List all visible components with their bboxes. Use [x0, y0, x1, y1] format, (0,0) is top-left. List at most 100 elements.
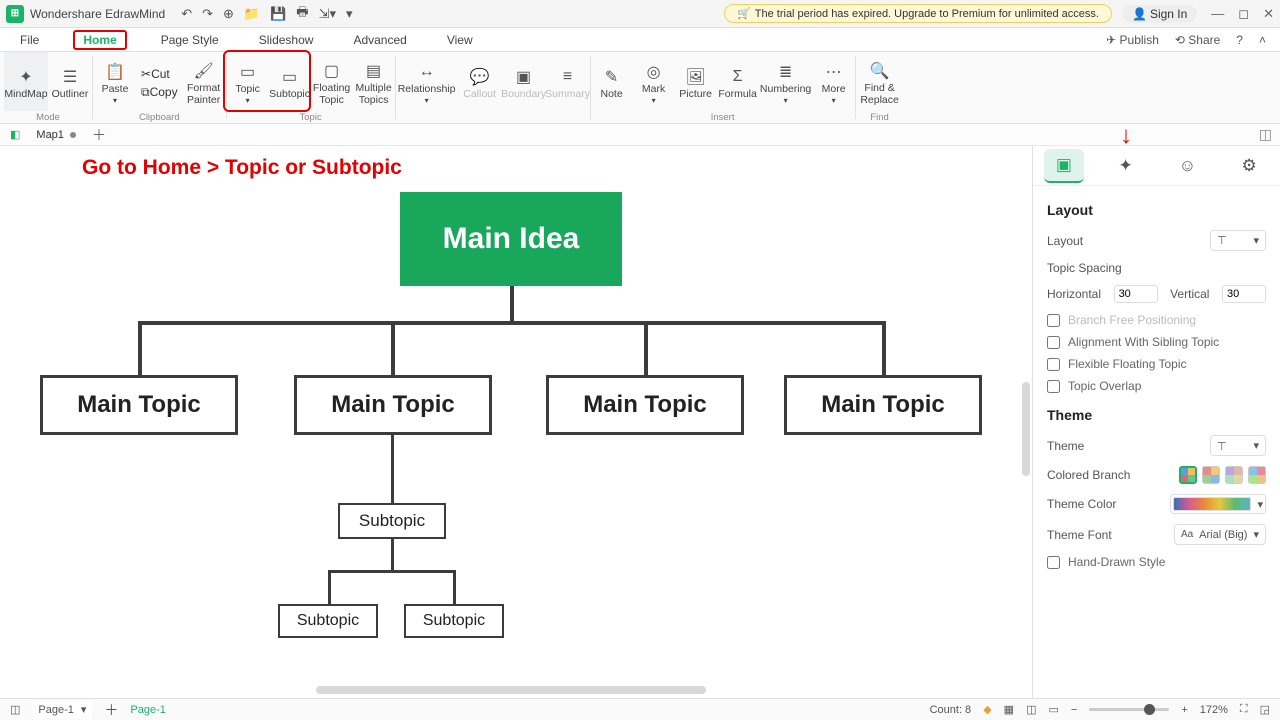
boundary-icon: ▣ — [516, 67, 531, 87]
layout-select[interactable]: ⊤▾ — [1210, 230, 1266, 251]
open-icon[interactable]: 📁 — [244, 6, 260, 22]
zoom-out-button[interactable]: − — [1071, 704, 1077, 716]
trial-banner[interactable]: 🛒 The trial period has expired. Upgrade … — [724, 4, 1112, 23]
picture-icon: 🖼 — [685, 67, 705, 87]
signin-button[interactable]: 👤 Sign In — [1122, 5, 1197, 23]
collapse-ribbon-icon[interactable]: ˄ — [1259, 33, 1266, 47]
panel-toggle-icon[interactable]: ◫ — [1259, 126, 1272, 143]
more-insert-button[interactable]: ⋯More▾ — [813, 52, 855, 111]
page-select[interactable]: Page-1 ▾ — [32, 700, 92, 719]
print-icon[interactable]: 🖶 — [296, 3, 308, 25]
floating-topic-button[interactable]: ▢Floating Topic — [311, 52, 353, 111]
format-painter-button[interactable]: 🖌Format Painter — [182, 52, 226, 111]
theme-color-select[interactable]: ▾ — [1170, 494, 1266, 514]
redo-icon[interactable]: ↷ — [202, 6, 213, 22]
new-icon[interactable]: ⊕ — [223, 6, 234, 22]
chevron-down-icon: ▾ — [1253, 439, 1259, 452]
mark-button[interactable]: ◎Mark▾ — [633, 52, 675, 111]
menu-slideshow[interactable]: Slideshow — [253, 31, 320, 49]
node-subtopic-1[interactable]: Subtopic — [338, 503, 446, 539]
node-subtopic-2[interactable]: Subtopic — [278, 604, 378, 638]
menu-view[interactable]: View — [441, 31, 479, 49]
hand-drawn-checkbox[interactable] — [1047, 556, 1060, 569]
menu-pagestyle[interactable]: Page Style — [155, 31, 225, 49]
flex-float-checkbox[interactable] — [1047, 358, 1060, 371]
vertical-input[interactable] — [1222, 285, 1266, 303]
add-tab-button[interactable]: ＋ — [92, 125, 106, 145]
tab-map1[interactable]: Map1 — [30, 129, 82, 141]
search-icon: 🔍 — [870, 61, 890, 81]
node-main-idea[interactable]: Main Idea — [400, 192, 622, 286]
app-icon: ⊞ — [6, 5, 24, 23]
topic-overlap-checkbox[interactable] — [1047, 380, 1060, 393]
topic-button[interactable]: ▭Topic▾ — [227, 52, 269, 111]
theme-font-select[interactable]: AaArial (Big)▾ — [1174, 524, 1266, 545]
colored-branch-swatches[interactable] — [1179, 466, 1266, 484]
relationship-button[interactable]: ↔Relationship▾ — [396, 52, 458, 111]
user-icon: 👤 — [1132, 7, 1147, 21]
multiple-topics-button[interactable]: ▤Multiple Topics — [353, 52, 395, 111]
node-main-topic-3[interactable]: Main Topic — [546, 375, 744, 435]
help-icon[interactable]: ? — [1236, 33, 1243, 47]
node-main-topic-1[interactable]: Main Topic — [40, 375, 238, 435]
find-replace-button[interactable]: 🔍Find & Replace — [856, 52, 904, 111]
add-page-button[interactable]: ＋ — [104, 700, 118, 720]
numbering-button[interactable]: ≣Numbering▾ — [759, 52, 813, 111]
note-button[interactable]: ✎Note — [591, 52, 633, 111]
menu-advanced[interactable]: Advanced — [347, 31, 412, 49]
copy-button[interactable]: ⧉Copy — [141, 85, 178, 100]
node-main-topic-4[interactable]: Main Topic — [784, 375, 982, 435]
view-page-icon[interactable]: ▭ — [1048, 703, 1058, 716]
fit-icon[interactable]: ⛶ — [1240, 703, 1248, 716]
maximize-icon[interactable]: ◻ — [1238, 6, 1249, 22]
minimize-icon[interactable]: — — [1211, 6, 1224, 22]
summary-button[interactable]: ≡Summary — [546, 52, 590, 111]
outliner-button[interactable]: ☰Outliner — [48, 52, 92, 111]
undo-icon[interactable]: ↶ — [181, 6, 192, 22]
page-tab[interactable]: Page-1 — [130, 704, 165, 716]
save-icon[interactable]: 💾 — [270, 6, 286, 22]
panel-tab-layout[interactable]: ▣ — [1044, 149, 1084, 183]
mindmap-icon: ✦ — [19, 67, 32, 87]
theme-select[interactable]: ⊤▾ — [1210, 435, 1266, 456]
branch-free-checkbox[interactable] — [1047, 314, 1060, 327]
copy-icon: ⧉ — [141, 85, 150, 99]
pages-icon[interactable]: ◫ — [10, 703, 20, 716]
chevron-down-icon: ▾ — [1253, 234, 1259, 247]
fullscreen-icon[interactable]: ◲ — [1260, 703, 1270, 716]
export-icon[interactable]: ⇲▾ — [319, 6, 336, 22]
share-button[interactable]: ⟲ Share — [1175, 33, 1220, 47]
node-subtopic-3[interactable]: Subtopic — [404, 604, 504, 638]
cut-button[interactable]: ✂Cut — [141, 67, 178, 81]
horizontal-input[interactable] — [1114, 285, 1158, 303]
view-grid-icon[interactable]: ▦ — [1004, 703, 1014, 716]
view-reading-icon[interactable]: ◫ — [1026, 703, 1036, 716]
zoom-in-button[interactable]: + — [1181, 704, 1187, 716]
formula-button[interactable]: ΣFormula — [717, 52, 759, 111]
panel-tab-style[interactable]: ✦ — [1106, 149, 1146, 183]
menu-file[interactable]: File — [14, 31, 45, 49]
color-strip — [1173, 497, 1251, 511]
relationship-icon: ↔ — [419, 62, 435, 82]
callout-button[interactable]: 💬Callout — [458, 52, 502, 111]
outliner-icon: ☰ — [63, 67, 77, 87]
subtopic-button[interactable]: ▭Subtopic — [269, 52, 311, 111]
align-sibling-checkbox[interactable] — [1047, 336, 1060, 349]
h-scrollbar[interactable] — [316, 686, 706, 694]
panel-tab-settings[interactable]: ⚙ — [1229, 149, 1269, 183]
chevron-down-icon: ▾ — [1257, 498, 1263, 511]
boundary-button[interactable]: ▣Boundary — [502, 52, 546, 111]
zoom-slider[interactable] — [1089, 708, 1169, 711]
paste-button[interactable]: 📋Paste▾ — [93, 52, 137, 111]
menu-home[interactable]: Home — [73, 30, 126, 50]
mindmap-button[interactable]: ✦MindMap — [4, 52, 48, 111]
v-scrollbar[interactable] — [1022, 382, 1030, 476]
more-qat-icon[interactable]: ▾ — [346, 6, 353, 22]
close-icon[interactable]: ✕ — [1263, 6, 1274, 22]
mark-icon: ◎ — [647, 62, 661, 82]
zoom-value[interactable]: 172% — [1200, 704, 1228, 716]
picture-button[interactable]: 🖼Picture — [675, 52, 717, 111]
node-main-topic-2[interactable]: Main Topic — [294, 375, 492, 435]
panel-tab-icon[interactable]: ☺ — [1167, 149, 1207, 183]
publish-button[interactable]: ✈ Publish — [1106, 33, 1159, 47]
